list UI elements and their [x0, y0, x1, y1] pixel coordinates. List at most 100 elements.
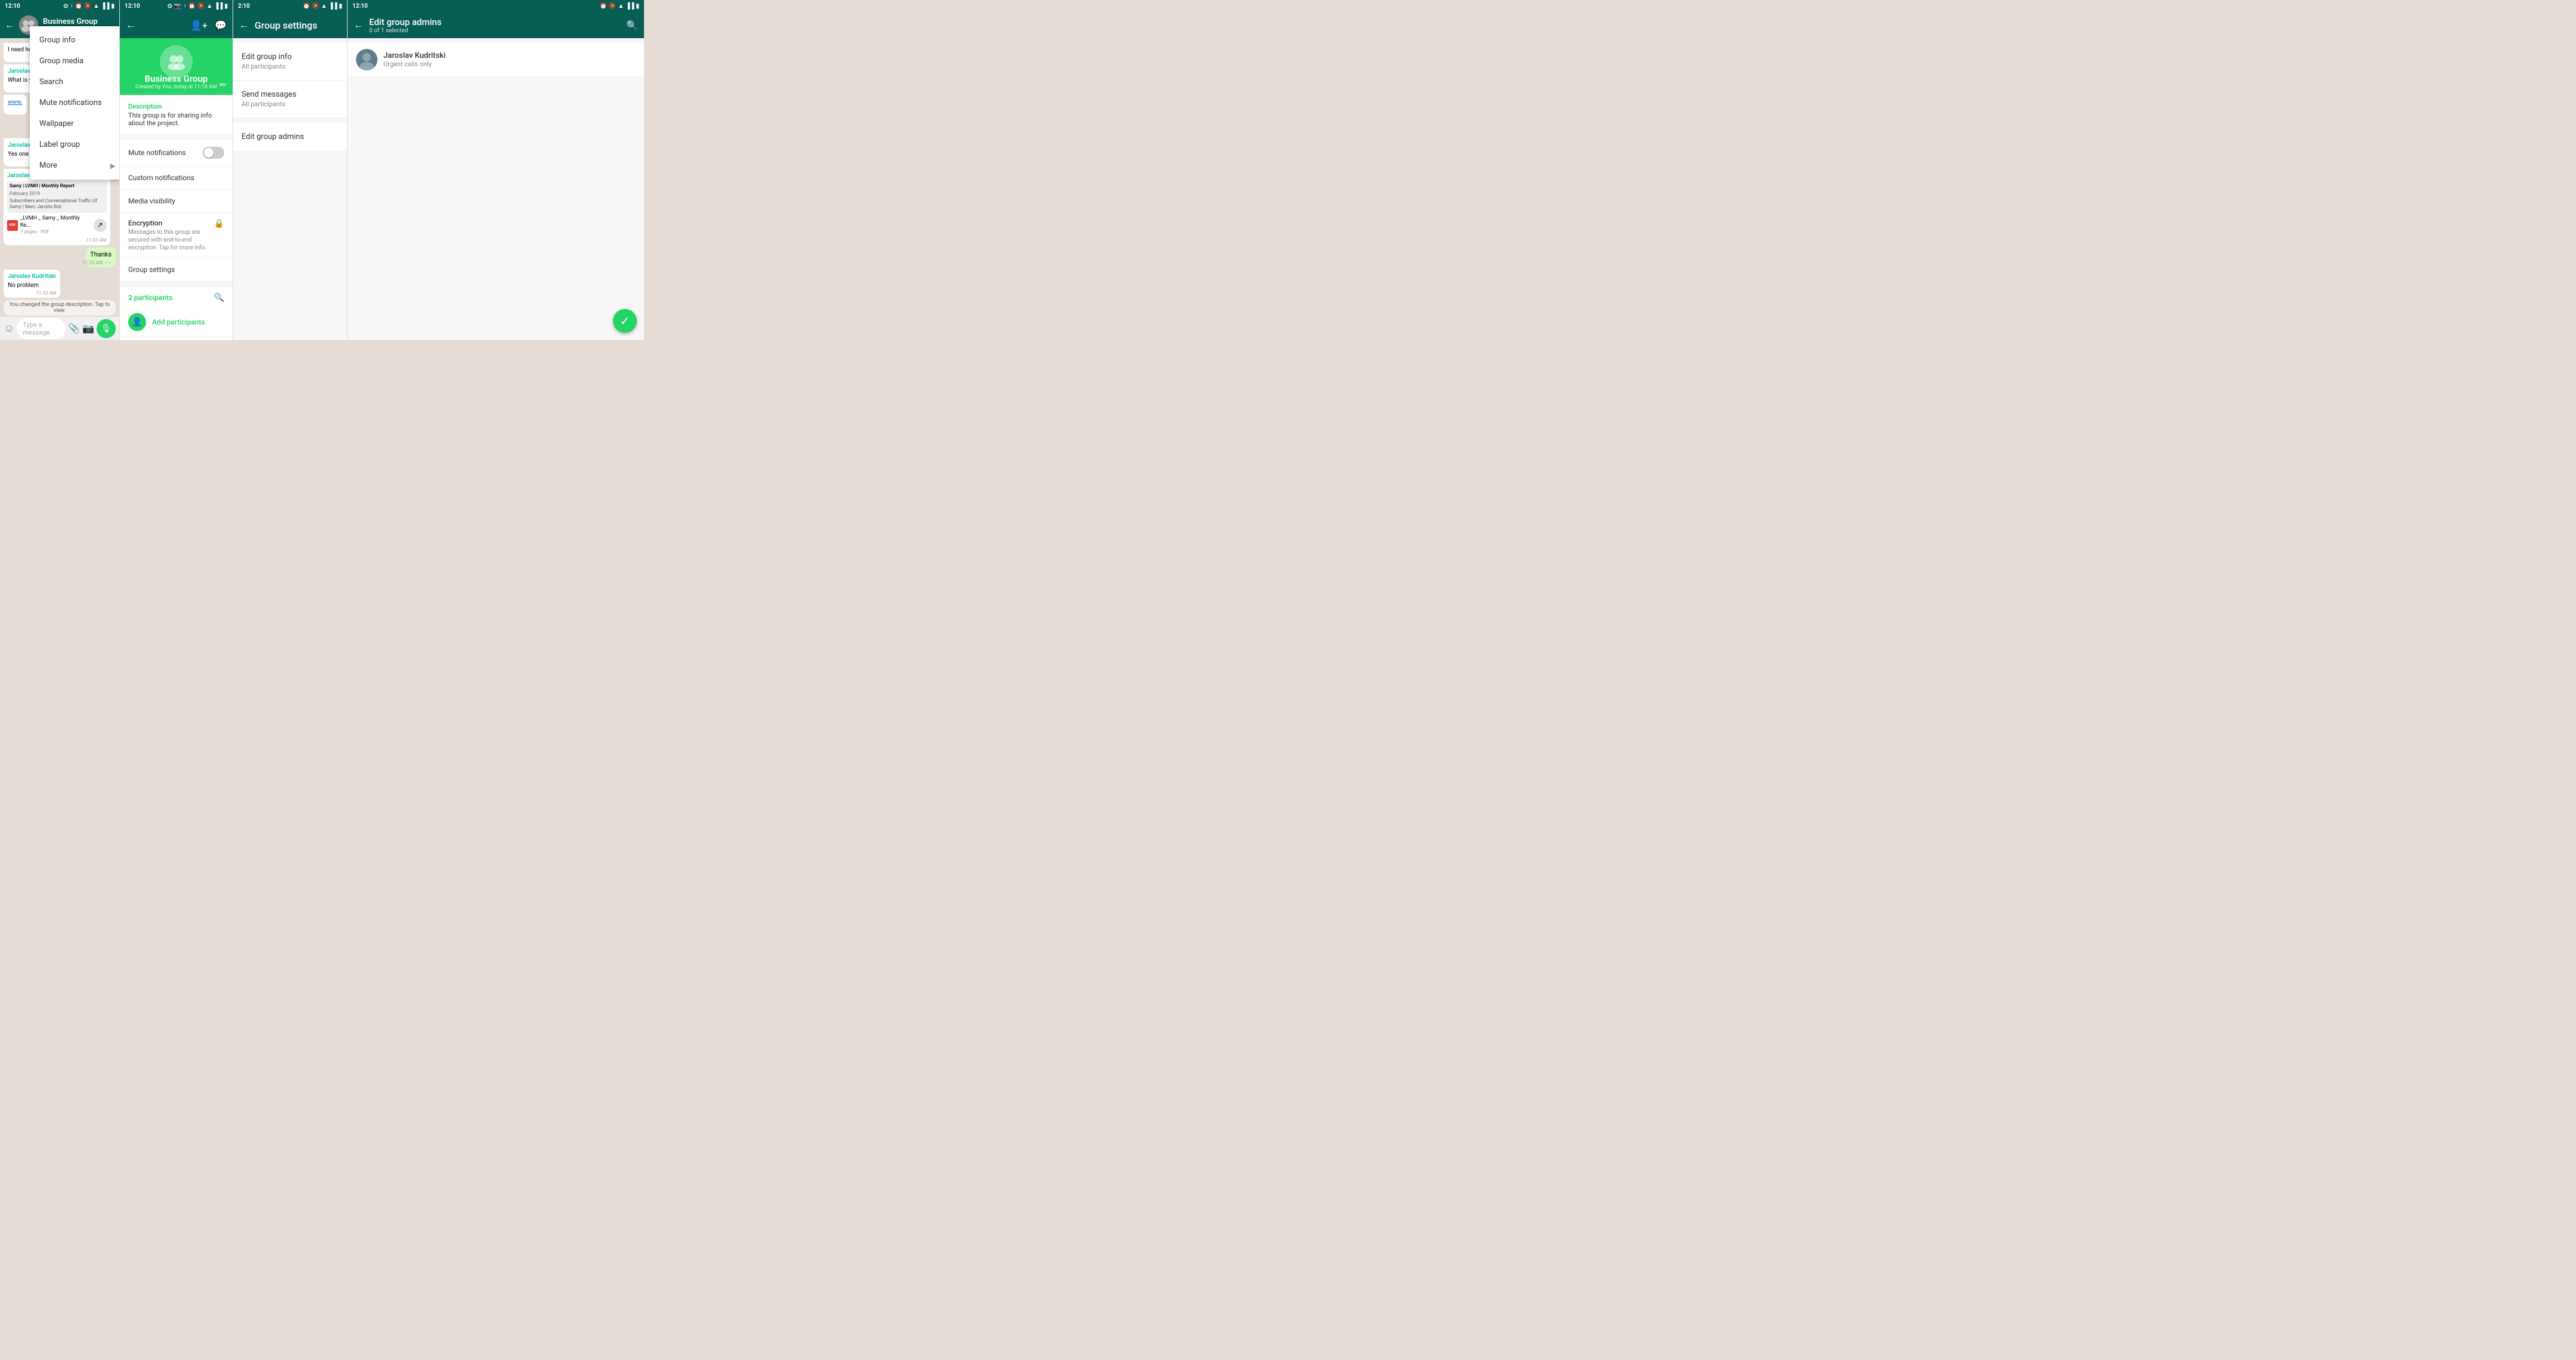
alarm-icon-p2: ⏰ [188, 3, 196, 10]
menu-label-search: Search [39, 78, 63, 86]
menu-label-mute: Mute notifications [39, 98, 102, 107]
mute-icon-p2: 🔕 [197, 3, 205, 10]
mute-icon-p3: 🔕 [312, 3, 319, 10]
mic-button[interactable]: 🎙 [97, 319, 116, 338]
menu-label-labelgroup: Label group [39, 140, 80, 149]
menu-more[interactable]: More ▶ [30, 155, 119, 176]
input-placeholder: Type a message [23, 321, 49, 336]
group-info-body: Description This group is for sharing in… [120, 95, 233, 340]
status-bar-panel3: 2:10 ⏰ 🔕 ▲ ▐▐ ▮ [233, 0, 347, 12]
admins-title-block: Edit group admins 0 of 1 selected [369, 17, 620, 34]
settings-send-messages[interactable]: Send messages All participants [233, 81, 347, 118]
read-tick: ✓✓ [104, 260, 112, 265]
participants-header: 2 participants 🔍 [120, 287, 233, 308]
contact-avatar-jaroslav [356, 49, 377, 70]
signal-icon-p4: ▐▐ [626, 3, 634, 10]
settings-edit-admins[interactable]: Edit group admins [233, 123, 347, 152]
menu-mute[interactable]: Mute notifications [30, 92, 119, 113]
emoji-icon[interactable]: ☺ [4, 322, 14, 335]
admins-search-icon[interactable]: 🔍 [626, 20, 638, 31]
time-panel2: 12:10 [125, 3, 140, 10]
person-add-icon: 👤 [132, 317, 142, 327]
time-panel1: 12:10 [5, 3, 20, 10]
media-visibility-row[interactable]: Media visibility [120, 190, 233, 213]
file-preview: Samy | LVMH | Monthly Report February 20… [7, 181, 107, 213]
fab-confirm[interactable]: ✓ [613, 309, 637, 333]
media-visibility-label: Media visibility [128, 197, 175, 205]
add-participant-btn[interactable]: 👤 [128, 313, 146, 331]
message-input[interactable]: Type a message [17, 318, 66, 339]
message-file: Jaroslav Kudritski Samy | LVMH | Monthly… [4, 169, 110, 245]
participants-search-icon[interactable]: 🔍 [214, 293, 224, 302]
settings-item-sub-2: All participants [242, 100, 339, 108]
contact-info-jaroslav: Jaroslav Kudritski Urgent calls only [383, 51, 636, 68]
add-participants-row[interactable]: 👤 Add participants [120, 308, 233, 336]
system-message[interactable]: You changed the group description. Tap t… [4, 300, 116, 316]
menu-label-group[interactable]: Label group [30, 134, 119, 155]
add-participant-icon[interactable]: 👤+ [190, 20, 208, 31]
share-icon[interactable]: ↗ [94, 219, 107, 232]
participants-title: 2 participants [128, 293, 172, 302]
settings-header: ← Group settings [233, 12, 347, 38]
chevron-right-icon: ▶ [110, 162, 116, 170]
admins-title: Edit group admins [369, 17, 620, 27]
attachment-icon[interactable]: 📎 [68, 323, 80, 334]
chat-name: Business Group [43, 17, 114, 26]
edit-icon[interactable]: ✏ [219, 81, 227, 90]
group-info-header: ← 👤+ 💬 [120, 12, 233, 38]
battery-icon-p4: ▮ [636, 3, 639, 10]
settings-edit-group-info[interactable]: Edit group info All participants [233, 43, 347, 81]
contact-jaroslav[interactable]: Jaroslav Kudritski Urgent calls only [348, 43, 644, 77]
mute-icon: 🔕 [84, 3, 91, 10]
back-button-p3[interactable]: ← [239, 19, 249, 31]
mute-toggle[interactable] [203, 147, 224, 159]
menu-search[interactable]: Search [30, 72, 119, 92]
menu-wallpaper[interactable]: Wallpaper [30, 113, 119, 134]
description-text: This group is for sharing info about the… [128, 112, 224, 127]
time-panel4: 12:10 [352, 3, 368, 10]
back-button[interactable]: ← [5, 19, 14, 31]
menu-group-info[interactable]: Group info [30, 30, 119, 51]
alarm-icon-p4: ⏰ [600, 3, 607, 10]
mute-label: Mute notifications [128, 149, 186, 157]
enc-title: Encryption [128, 219, 209, 227]
file-title: Samy | LVMH | Monthly Report [10, 183, 104, 189]
mute-row[interactable]: Mute notifications [120, 140, 233, 166]
back-button-p2[interactable]: ← [126, 19, 135, 31]
description-label: Description [128, 103, 224, 110]
checkmark-icon: ✓ [620, 314, 630, 328]
camera-icon[interactable]: 📷 [82, 323, 94, 334]
signal-icon-p2: ▐▐ [214, 3, 222, 10]
contacts-list: Jaroslav Kudritski Urgent calls only [348, 43, 644, 77]
alarm-icon-p3: ⏰ [303, 3, 310, 10]
settings-item-title-3: Edit group admins [242, 132, 339, 141]
chat-icon[interactable]: 💬 [215, 20, 227, 31]
menu-label-wallpaper: Wallpaper [39, 119, 74, 128]
chat-input-bar: ☺ Type a message 📎 📷 🎙 [0, 316, 119, 340]
wifi-icon-p2: ▲ [206, 3, 212, 10]
menu-group-media[interactable]: Group media [30, 51, 119, 72]
msg-time-file: 11:33 AM [86, 237, 106, 243]
participants-section: 2 participants 🔍 👤 Add participants 🔗 In… [120, 286, 233, 340]
custom-notif-row[interactable]: Custom notifications [120, 166, 233, 190]
settings-item-title-1: Edit group info [242, 52, 339, 61]
file-meta: 7 pages · PDF [20, 229, 91, 235]
invite-link-row[interactable]: 🔗 Invite via link [120, 336, 233, 340]
context-menu: Group info Group media Search Mute notif… [30, 26, 119, 180]
back-button-p4[interactable]: ← [354, 19, 363, 31]
group-banner: Business Group Created by You, today at … [120, 38, 233, 95]
link-text[interactable]: www. [8, 99, 23, 106]
message-link: www. [4, 95, 27, 115]
description-section: Description This group is for sharing in… [120, 95, 233, 135]
panel-group-info: 12:10 ⊙ 📷 ↑ ⏰ 🔕 ▲ ▐▐ ▮ ← 👤+ 💬 [119, 0, 233, 340]
add-participants-label: Add participants [152, 318, 205, 326]
settings-item-title-2: Send messages [242, 90, 339, 99]
custom-notif-label: Custom notifications [128, 174, 194, 182]
wifi-icon-p3: ▲ [321, 3, 327, 10]
group-settings-row[interactable]: Group settings [120, 258, 233, 282]
message-noproblem: Jaroslav Kudritski No problem 11:33 AM [4, 270, 60, 298]
battery-icon-p3: ▮ [339, 3, 342, 10]
encryption-row[interactable]: Encryption Messages to this group are se… [120, 213, 233, 258]
status-bar-panel1: 12:10 ⊙ ↑ ⏰ 🔕 ▲ ▐▐ ▮ [0, 0, 119, 12]
panel-admins: 12:10 ⏰ 🔕 ▲ ▐▐ ▮ ← Edit group admins 0 o… [347, 0, 644, 340]
